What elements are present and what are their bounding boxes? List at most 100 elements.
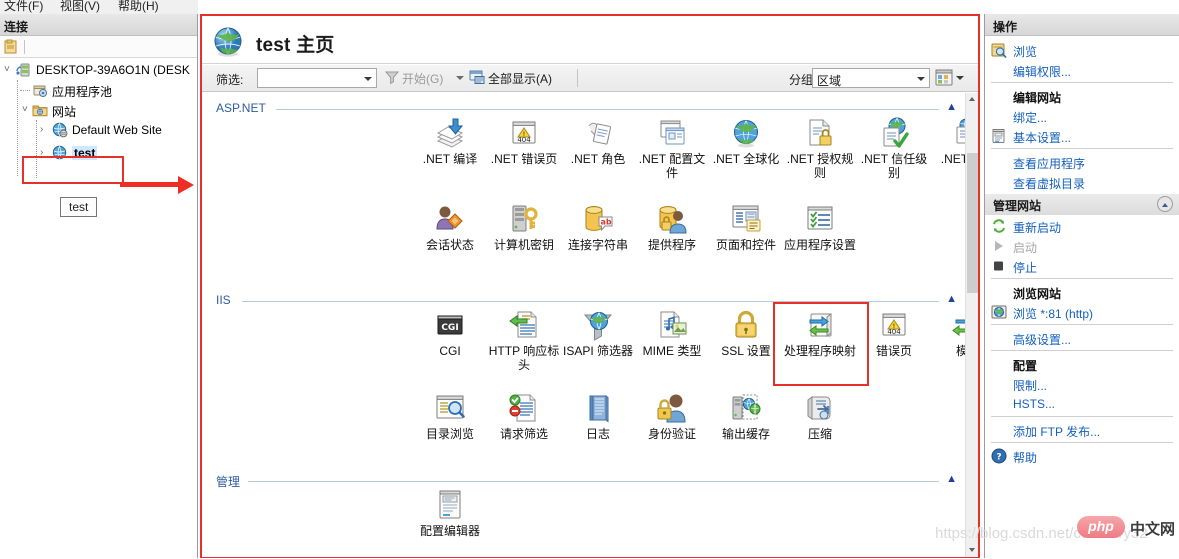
tile-modules[interactable]: 模块 — [931, 309, 965, 358]
action-view-virtual-directories[interactable]: 查看虚拟目录 — [985, 172, 1179, 192]
tile-authentication[interactable]: 身份验证 — [635, 392, 709, 441]
tile-configuration-editor[interactable]: 配置编辑器 — [413, 489, 487, 538]
tile-output-caching[interactable]: 输出缓存 — [709, 392, 783, 441]
tile-net-trust-levels[interactable]: .NET 信任级别 — [857, 117, 931, 180]
tile-net-compile[interactable]: .NET 编译 — [413, 117, 487, 166]
section-header-management: 管理 ▲ — [216, 473, 957, 490]
collapse-section-icon[interactable]: ▲ — [946, 474, 957, 485]
tile-net-roles[interactable]: .NET 角色 — [561, 117, 635, 166]
chevron-down-icon[interactable] — [364, 77, 372, 81]
tile-http-response-headers[interactable]: HTTP 响应标头 — [487, 309, 561, 372]
scrollbar-thumb[interactable] — [967, 153, 978, 293]
net-error-page-icon: ! 404 — [508, 117, 540, 149]
chevron-down-icon[interactable]: ˅ — [22, 105, 32, 115]
tile-label: MIME 类型 — [642, 344, 702, 358]
tile-ssl-settings[interactable]: SSL 设置 — [709, 309, 783, 358]
action-add-ftp-publishing[interactable]: 添加 FTP 发布... — [985, 420, 1179, 440]
tree-node-label: DESKTOP-39A6O1N (DESK — [36, 63, 190, 77]
tile-providers[interactable]: 提供程序 — [635, 203, 709, 252]
section-rule — [248, 481, 939, 482]
tile-error-pages[interactable]: ! 404 错误页 — [857, 309, 931, 358]
tile-session-state[interactable]: 会话状态 — [413, 203, 487, 252]
menu-item-file[interactable]: 文件(F) — [4, 0, 43, 14]
tile-machine-key[interactable]: 计算机密钥 — [487, 203, 561, 252]
net-profile-icon — [656, 117, 688, 149]
action-label: 限制... — [1013, 379, 1048, 393]
connection-manage-icon[interactable] — [3, 39, 19, 55]
tree-node-server[interactable]: ˅ DESKTOP-39A6O1N (DESK — [2, 60, 197, 80]
iis-manager-window: 文件(F) 视图(V) 帮助(H) 连接 ˅ DESKTOP-39A6O1N (… — [0, 0, 1179, 559]
action-limits[interactable]: 限制... — [985, 374, 1179, 394]
tile-connection-strings[interactable]: ab 连接字符串 — [561, 203, 635, 252]
filter-start-button[interactable]: 开始(G) — [402, 70, 443, 88]
action-stop[interactable]: 停止 — [985, 256, 1179, 276]
tile-cgi[interactable]: CGI CGI — [413, 309, 487, 358]
net-authorization-icon — [804, 117, 836, 149]
chevron-down-icon[interactable] — [956, 76, 964, 80]
action-label: 编辑权限... — [1013, 65, 1072, 79]
filter-input[interactable] — [257, 68, 377, 88]
action-advanced-settings[interactable]: 高级设置... — [985, 328, 1179, 348]
tile-net-authorization[interactable]: .NET 授权规则 — [783, 117, 857, 180]
menu-item-view[interactable]: 视图(V) — [60, 0, 100, 14]
tile-label: .NET 错误页 — [490, 152, 558, 166]
tile-pages-and-controls[interactable]: 页面和控件 — [709, 203, 783, 252]
tile-application-settings[interactable]: 应用程序设置 — [783, 203, 857, 252]
tile-mime-types[interactable]: MIME 类型 — [635, 309, 709, 358]
tile-net-users[interactable]: .NET 用户 — [931, 117, 965, 166]
action-basic-settings[interactable]: 基本设置... — [985, 126, 1179, 146]
collapse-section-icon[interactable]: ▲ — [946, 102, 957, 113]
collapse-section-icon[interactable]: ▲ — [946, 294, 957, 305]
tile-compression[interactable]: 压缩 — [783, 392, 857, 441]
tile-label: 模块 — [955, 344, 965, 358]
action-label: 绑定... — [1013, 111, 1048, 125]
tree-node-sites[interactable]: ˅ 网站 — [2, 100, 197, 120]
menu-item-help[interactable]: 帮助(H) — [118, 0, 159, 14]
tile-directory-browsing[interactable]: 目录浏览 — [413, 392, 487, 441]
group-by-select[interactable]: 区域 — [812, 68, 930, 88]
chevron-right-icon[interactable]: › — [40, 125, 50, 135]
view-mode-button[interactable] — [935, 69, 954, 87]
chevron-down-icon[interactable] — [917, 77, 925, 81]
tile-isapi-filters[interactable]: ISAPI 筛选器 — [561, 309, 635, 358]
action-restart[interactable]: 重新启动 — [985, 216, 1179, 236]
tree-node-default-web-site[interactable]: › Default Web Site — [2, 120, 197, 140]
tree-node-app-pools[interactable]: 应用程序池 — [2, 80, 197, 100]
action-browse-site-81[interactable]: 浏览 *:81 (http) — [985, 302, 1179, 322]
tree-node-label: Default Web Site — [72, 123, 162, 137]
cgi-icon: CGI — [434, 309, 466, 341]
action-label: 查看应用程序 — [1013, 157, 1086, 171]
collapse-group-icon[interactable] — [1157, 196, 1173, 212]
feature-view: ASP.NET ▲ .NET 编译 ! 404 .NET 错误页 .NET 角色… — [202, 93, 965, 557]
action-bindings[interactable]: 绑定... — [985, 106, 1179, 126]
net-trust-levels-icon — [878, 117, 910, 149]
action-help[interactable]: ? 帮助 — [985, 446, 1179, 466]
net-roles-icon — [582, 117, 614, 149]
chevron-down-icon[interactable] — [456, 76, 464, 80]
action-edit-permissions[interactable]: 编辑权限... — [985, 60, 1179, 80]
net-compile-icon — [434, 117, 466, 149]
tile-logging[interactable]: 日志 — [561, 392, 635, 441]
tile-net-profile[interactable]: .NET 配置文件 — [635, 117, 709, 180]
action-hsts[interactable]: HSTS... — [985, 394, 1179, 414]
filter-toolbar: 筛选: 开始(G) 全部显示(A) 区域 — [202, 65, 978, 92]
action-browse[interactable]: 浏览 — [985, 40, 1179, 60]
scroll-down-button[interactable] — [966, 544, 978, 557]
group-by-value: 区域 — [817, 74, 842, 88]
tree-node-label: 网站 — [52, 105, 77, 119]
tile-net-globalization[interactable]: .NET 全球化 — [709, 117, 783, 166]
scroll-up-button[interactable] — [966, 93, 978, 106]
chevron-down-icon[interactable]: ˅ — [4, 65, 14, 75]
stop-icon — [991, 258, 1007, 274]
tile-label: 连接字符串 — [567, 238, 628, 252]
authentication-icon — [656, 392, 688, 424]
show-all-button[interactable]: 全部显示(A) — [488, 70, 552, 88]
tile-request-filtering[interactable]: 请求筛选 — [487, 392, 561, 441]
content-scrollbar[interactable] — [965, 93, 978, 557]
action-label: 停止 — [1013, 261, 1038, 275]
tile-net-error-page[interactable]: ! 404 .NET 错误页 — [487, 117, 561, 166]
basic-settings-icon — [991, 128, 1007, 144]
output-caching-icon — [730, 392, 762, 424]
action-group-configuration: 配置 — [985, 354, 1179, 374]
action-view-applications[interactable]: 查看应用程序 — [985, 152, 1179, 172]
